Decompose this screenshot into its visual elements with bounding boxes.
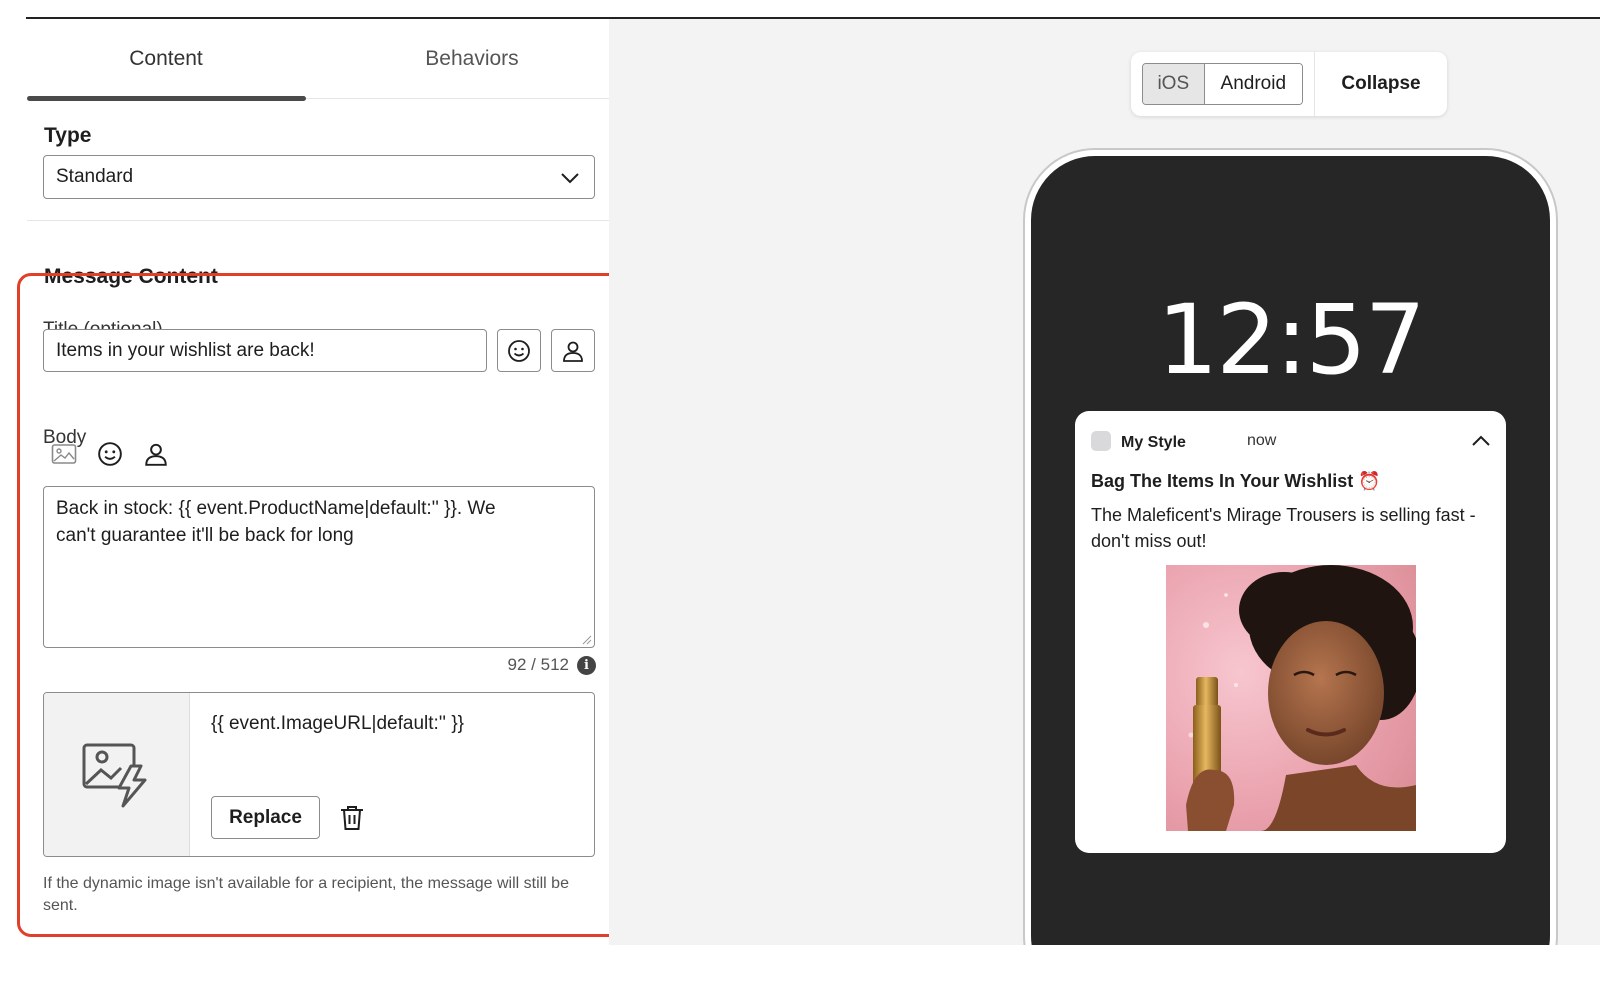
body-toolbar	[50, 440, 170, 468]
push-notification-card[interactable]: My Style now Bag The Items In Your Wishl…	[1075, 411, 1506, 853]
image-thumbnail	[44, 693, 190, 856]
body-personalize-button[interactable]	[142, 440, 170, 468]
tab-bar: Content Behaviors	[27, 19, 621, 101]
info-icon[interactable]: i	[577, 655, 596, 675]
emoji-icon	[98, 442, 122, 466]
body-emoji-button[interactable]	[96, 440, 124, 468]
image-icon	[51, 444, 77, 464]
tab-behaviors-label: Behaviors	[425, 47, 519, 70]
type-select-value: Standard	[56, 166, 134, 187]
platform-toggle: iOS Android	[1142, 63, 1303, 105]
section-divider	[27, 220, 611, 221]
body-textarea[interactable]: Back in stock: {{ event.ProductName|defa…	[43, 486, 595, 648]
message-content-heading: Message Content	[44, 265, 218, 288]
body-text-line-1: Back in stock: {{ event.ProductName|defa…	[56, 498, 496, 519]
character-count: 92 / 512	[507, 655, 569, 674]
preview-panel: iOS Android Collapse 12:57 My Style now …	[609, 19, 1600, 945]
image-url-text: {{ event.ImageURL|default:'' }}	[211, 713, 465, 734]
notification-image	[1166, 565, 1416, 831]
title-emoji-button[interactable]	[497, 329, 541, 372]
platform-ios-option[interactable]: iOS	[1143, 64, 1205, 104]
body-text-line-2: can't guarantee it'll be back for long	[56, 525, 354, 546]
app-icon	[1091, 431, 1111, 451]
type-select[interactable]: Standard	[43, 155, 595, 199]
image-helper-text: If the dynamic image isn't available for…	[43, 875, 569, 914]
dynamic-image-icon	[82, 743, 146, 807]
phone-mockup: 12:57 My Style now Bag The Items In Your…	[1023, 148, 1558, 945]
bottom-area	[609, 945, 1600, 998]
notification-time: now	[1247, 432, 1277, 449]
body-image-button[interactable]	[50, 440, 78, 468]
notification-app-name: My Style	[1121, 434, 1186, 451]
collapse-button[interactable]: Collapse	[1315, 52, 1447, 116]
resize-handle-icon[interactable]	[582, 635, 592, 645]
platform-android-option[interactable]: Android	[1204, 64, 1302, 104]
character-counter: 92 / 512 i	[470, 655, 596, 675]
title-personalize-button[interactable]	[551, 329, 595, 372]
person-icon	[563, 341, 583, 362]
tab-content[interactable]: Content	[27, 19, 306, 101]
notification-title: Bag The Items In Your Wishlist ⏰	[1091, 471, 1381, 491]
product-photo	[1166, 565, 1416, 831]
replace-image-button[interactable]: Replace	[211, 796, 320, 839]
chevron-down-icon	[561, 173, 579, 184]
lock-screen-clock: 12:57	[1157, 284, 1426, 396]
chevron-up-icon[interactable]	[1470, 431, 1492, 451]
title-input-value: Items in your wishlist are back!	[56, 339, 315, 361]
tab-content-label: Content	[129, 47, 203, 70]
title-input[interactable]: Items in your wishlist are back!	[43, 329, 487, 372]
trash-icon[interactable]	[339, 804, 365, 832]
type-heading: Type	[44, 124, 92, 147]
phone-lock-screen: 12:57 My Style now Bag The Items In Your…	[1031, 156, 1550, 945]
tab-behaviors[interactable]: Behaviors	[327, 19, 617, 99]
notification-body: The Maleficent's Mirage Trousers is sell…	[1091, 505, 1476, 551]
emoji-icon	[508, 339, 530, 362]
image-attachment: {{ event.ImageURL|default:'' }} Replace	[43, 692, 595, 857]
person-icon	[145, 443, 167, 466]
active-tab-indicator	[27, 96, 306, 101]
preview-controls: iOS Android Collapse	[1131, 52, 1447, 116]
